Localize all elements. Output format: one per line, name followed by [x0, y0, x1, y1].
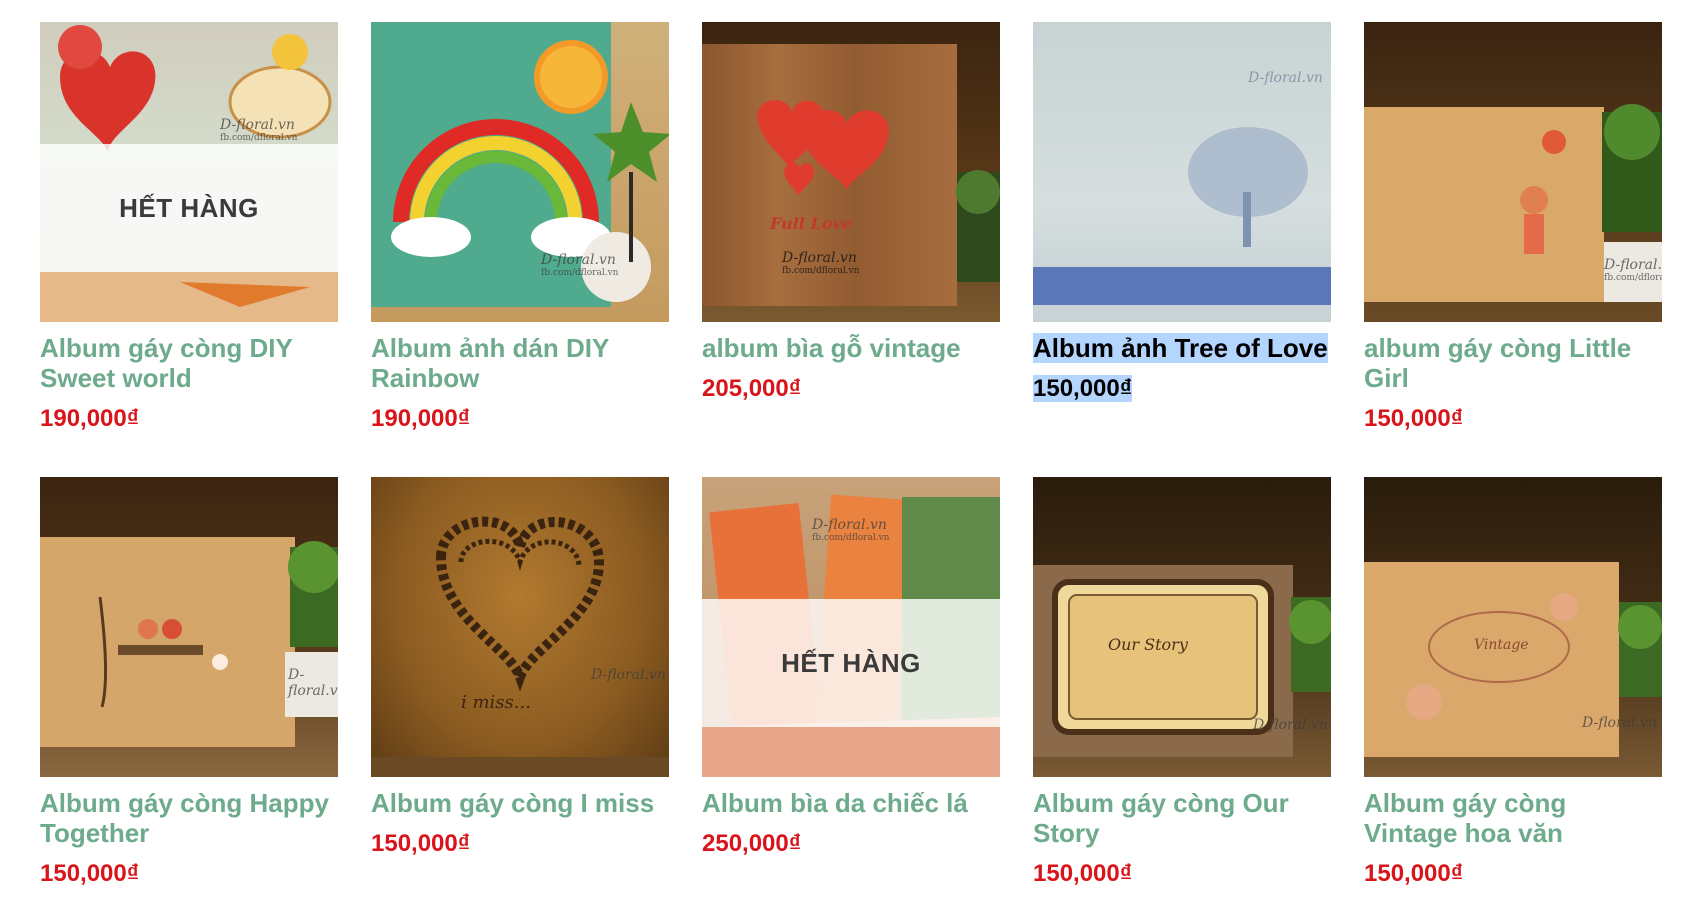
product-name-link[interactable]: album gáy còng Little Girl [1364, 333, 1662, 393]
product-card: i miss... D-floral.vn Album gáy còng I m… [371, 477, 669, 912]
product-image-link[interactable]: D-floral.vnfb.com/dfloral.vn [1364, 22, 1662, 322]
product-price: 150,000₫ [1033, 375, 1331, 403]
album-tree-of-love-illustration [1033, 127, 1331, 322]
watermark-subtext: fb.com/dfloral.vn [1604, 273, 1662, 283]
product-name-link[interactable]: Album ảnh dán DIY Rainbow [371, 333, 669, 393]
product-card: D-floral.vn fb.com/dfloral.vn HẾT HÀNG Al… [40, 22, 338, 457]
product-price: 250,000₫ [702, 830, 802, 857]
watermark-subtext: fb.com/dfloral.vn [541, 268, 619, 278]
product-image-link[interactable]: D-floral.vn fb.com/dfloral.vn HẾT HÀNG [40, 22, 338, 322]
product-card: D-floral.vn fb.com/dfloral.vn HẾT HÀNG Al… [702, 477, 1000, 912]
product-image-link[interactable]: Vintage D-floral.vn [1364, 477, 1662, 777]
product-image-link[interactable]: D-floral.vn [1033, 22, 1331, 322]
product-image-link[interactable]: D-floral.vn [40, 477, 338, 777]
watermark-text: D-floral.vn [782, 250, 857, 266]
full-love-text: Full Love [770, 214, 852, 233]
watermark-subtext: fb.com/dfloral.vn [812, 533, 890, 543]
product-price: 150,000₫ [371, 830, 471, 857]
product-name-link[interactable]: Album ảnh Tree of Love [1033, 333, 1331, 363]
watermark-text: D-floral.vn [1248, 70, 1323, 86]
product-grid: D-floral.vn fb.com/dfloral.vn HẾT HÀNG Al… [40, 22, 1662, 912]
album-vintage-pattern-illustration [1364, 562, 1662, 757]
watermark-text: D-floral.vn [220, 117, 295, 133]
product-image-link[interactable]: Our Story D-floral.vn [1033, 477, 1331, 777]
selected-product-price: 150,000₫ [1033, 375, 1133, 402]
our-story-text: Our Story [1108, 635, 1188, 654]
sold-out-badge: HẾT HÀNG [702, 599, 1000, 727]
product-name-link[interactable]: Album gáy còng I miss [371, 788, 669, 818]
sold-out-badge: HẾT HÀNG [40, 144, 338, 272]
product-card: D-floral.vnfb.com/dfloral.vn album gáy c… [1364, 22, 1662, 457]
album-rainbow-illustration [371, 22, 669, 307]
product-name-link[interactable]: album bìa gỗ vintage [702, 333, 1000, 363]
watermark-subtext: fb.com/dfloral.vn [782, 266, 860, 276]
product-name-link[interactable]: Album gáy còng Vintage hoa văn [1364, 788, 1662, 848]
product-price: 205,000₫ [702, 375, 802, 402]
product-card: Vintage D-floral.vn Album gáy còng Vinta… [1364, 477, 1662, 912]
product-price: 150,000₫ [40, 860, 140, 887]
watermark-text: D-floral.vn [1253, 717, 1328, 733]
watermark-text: D-floral.vn [1604, 257, 1662, 273]
product-name-link[interactable]: Album gáy còng Our Story [1033, 788, 1331, 848]
watermark-text: D-floral.vn [591, 667, 666, 683]
i-miss-text: i miss... [461, 692, 531, 713]
product-card: D-floral.vn Album gáy còng Happy Togethe… [40, 477, 338, 912]
watermark-text: D-floral.vn [541, 252, 616, 268]
product-name-link[interactable]: Album gáy còng DIY Sweet world [40, 333, 338, 393]
product-image-link[interactable]: i miss... D-floral.vn [371, 477, 669, 777]
product-price: 150,000₫ [1364, 860, 1464, 887]
product-name-link[interactable]: Album bìa da chiếc lá [702, 788, 1000, 818]
product-image-link[interactable]: D-floral.vn fb.com/dfloral.vn HẾT HÀNG [702, 477, 1000, 777]
product-image-link[interactable]: D-floral.vnfb.com/dfloral.vn [371, 22, 669, 322]
watermark-text: D-floral.vn [288, 667, 338, 699]
product-price: 190,000₫ [371, 405, 471, 432]
product-name-link[interactable]: Album gáy còng Happy Together [40, 788, 338, 848]
product-price: 150,000₫ [1033, 860, 1133, 887]
product-card: D-floral.vn fb.com/dfloral.vn Album ảnh d… [371, 22, 669, 457]
watermark-text: D-floral.vn [1582, 715, 1657, 731]
album-i-miss-illustration [371, 516, 669, 777]
watermark-subtext: fb.com/dfloral.vn [220, 133, 298, 143]
album-wood-vintage-illustration [702, 44, 1000, 306]
product-card: Our Story D-floral.vn Album gáy còng Our… [1033, 477, 1331, 912]
product-price: 190,000₫ [40, 405, 140, 432]
album-happy-together-illustration [40, 537, 338, 747]
selected-product-name: Album ảnh Tree of Love [1033, 333, 1328, 363]
product-card: Full Love D-floral.vn fb.com/dfloral.vn a… [702, 22, 1000, 457]
product-card: D-floral.vn Album ảnh Tree of Love 150,0… [1033, 22, 1331, 457]
watermark-text: D-floral.vn [812, 517, 887, 533]
vintage-text: Vintage [1474, 637, 1529, 653]
product-image-link[interactable]: Full Love D-floral.vn fb.com/dfloral.vn [702, 22, 1000, 322]
product-price: 150,000₫ [1364, 405, 1464, 432]
